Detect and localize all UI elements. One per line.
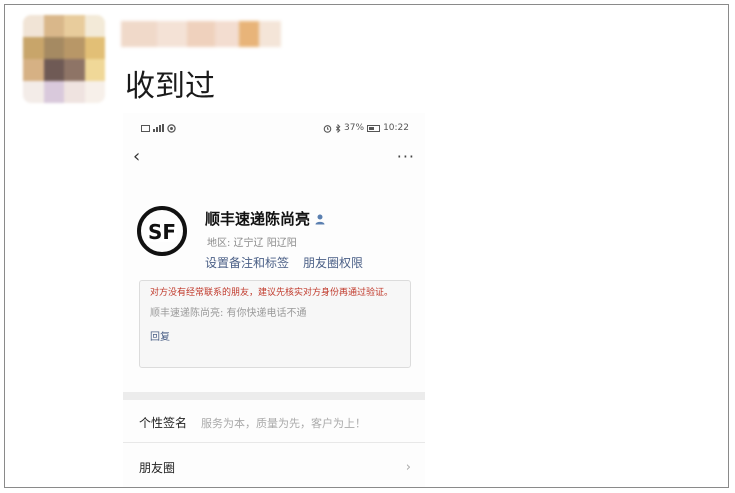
- signature-value: 服务为本，质量为先，客户为上！: [201, 416, 366, 430]
- bluetooth-icon: [335, 123, 341, 133]
- signature-label: 个性签名: [139, 416, 188, 430]
- battery-icon: [367, 124, 381, 132]
- profile-region: 地区: 辽宁辽 阳辽阳: [207, 238, 297, 249]
- profile-name-text: 顺丰速递陈尚亮: [205, 210, 311, 228]
- chevron-right-icon: ›: [405, 459, 411, 475]
- status-time: 10:22: [383, 123, 409, 133]
- more-icon[interactable]: ···: [397, 149, 415, 165]
- moments-label: 朋友圈: [139, 460, 176, 475]
- status-bar: 37% 10:22: [141, 121, 409, 135]
- signal-icon: [153, 124, 164, 132]
- wifi-icon: [167, 123, 176, 133]
- back-icon[interactable]: ‹: [133, 148, 140, 166]
- profile-links: 设置备注和标签 朋友圈权限: [205, 254, 363, 271]
- section-divider: [123, 392, 425, 400]
- person-icon: [315, 214, 325, 224]
- blurred-avatar[interactable]: [23, 15, 105, 103]
- post-caption: 收到过: [125, 69, 215, 104]
- reply-button[interactable]: 回复: [150, 328, 170, 343]
- friend-request-notice: 对方没有经常联系的朋友，建议先核实对方身份再通过验证。 顺丰速递陈尚亮: 有你快…: [139, 280, 411, 368]
- sf-logo-text: SF: [148, 220, 176, 244]
- sf-logo: SF: [137, 206, 187, 256]
- post-frame: 收到过 37% 10:22 ‹ ··· SF 顺丰速递陈尚亮 地区: 辽宁辽 阳…: [4, 4, 729, 488]
- verification-warning: 对方没有经常联系的朋友，建议先核实对方身份再通过验证。: [150, 288, 394, 298]
- set-remark-link[interactable]: 设置备注和标签: [205, 254, 289, 271]
- moments-permission-link[interactable]: 朋友圈权限: [303, 254, 363, 271]
- profile-name: 顺丰速递陈尚亮: [205, 208, 326, 229]
- profile-screenshot: 37% 10:22 ‹ ··· SF 顺丰速递陈尚亮 地区: 辽宁辽 阳辽阳 设…: [123, 113, 425, 487]
- blurred-username: [121, 21, 281, 47]
- alarm-icon: [323, 124, 332, 133]
- request-message: 顺丰速递陈尚亮: 有你快递电话不通: [150, 308, 307, 319]
- sim-icon: [141, 124, 150, 132]
- nav-bar: ‹ ···: [133, 147, 415, 167]
- signature-row: 个性签名 服务为本，质量为先，客户为上！: [123, 403, 425, 443]
- battery-percent: 37%: [344, 123, 365, 133]
- moments-row[interactable]: 朋友圈 ›: [123, 447, 425, 487]
